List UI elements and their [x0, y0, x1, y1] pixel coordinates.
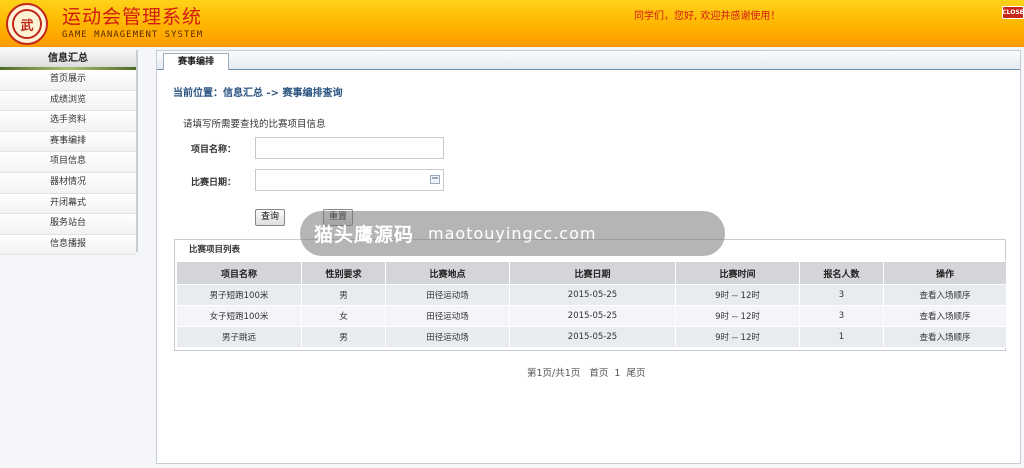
column-header: 比赛日期: [509, 261, 676, 285]
view-order-link[interactable]: 查看入场顺序: [883, 284, 1007, 306]
table-row: 男子跳远 男 田径运动场 2015-05-25 9时 -- 12时 1 查看入场…: [176, 326, 1007, 348]
table-cell: 2015-05-25: [509, 326, 676, 348]
sidebar-item-service[interactable]: 服务站台: [0, 214, 136, 235]
sidebar-item-equipment[interactable]: 器材情况: [0, 172, 136, 194]
table-cell: 9时 -- 12时: [675, 326, 800, 348]
table-cell: 田径运动场: [385, 305, 510, 327]
sidebar-item-schedule[interactable]: 赛事编排: [0, 131, 136, 153]
sidebar-item-ceremony[interactable]: 开闭幕式: [0, 193, 136, 215]
table-cell: 女子短跑100米: [176, 305, 302, 327]
table-cell: 女: [301, 305, 386, 327]
event-date-input[interactable]: [255, 169, 444, 191]
table-cell: 男子跳远: [176, 326, 302, 348]
sidebar-item-scores[interactable]: 成绩浏览: [0, 90, 136, 112]
table-cell: 3: [799, 305, 884, 327]
table-cell: 男: [301, 326, 386, 348]
logo-emblem: 武: [12, 9, 42, 39]
table-cell: 男: [301, 284, 386, 306]
search-button[interactable]: 查询: [255, 209, 285, 226]
table-cell: 2015-05-25: [509, 284, 676, 306]
table-row: 男子短跑100米 男 田径运动场 2015-05-25 9时 -- 12时 3 …: [176, 284, 1007, 306]
sidebar-item-events[interactable]: 项目信息: [0, 152, 136, 173]
pagination: 第1页/共1页 首页 1 尾页: [527, 365, 646, 379]
view-order-link[interactable]: 查看入场顺序: [883, 305, 1007, 327]
sidebar: 信息汇总 首页展示 成绩浏览 选手资料 赛事编排 项目信息 器材情况 开闭幕式 …: [0, 50, 138, 256]
table-cell: 男子短跑100米: [176, 284, 302, 306]
column-header: 比赛时间: [675, 261, 800, 285]
tab-strip: 赛事编排: [157, 51, 1020, 70]
welcome-message: 同学们，您好, 欢迎并感谢使用！: [634, 11, 781, 22]
event-date-label: 比赛日期：: [191, 178, 237, 188]
app-header: 武 运动会管理系统 GAME MANAGEMENT SYSTEM 同学们，您好,…: [0, 0, 1024, 47]
sidebar-item-home[interactable]: 首页展示: [0, 70, 136, 91]
column-header: 性别要求: [301, 261, 386, 285]
sidebar-item-broadcast[interactable]: 信息播报: [0, 234, 136, 256]
column-header: 操作: [883, 261, 1007, 285]
event-table: 项目名称 性别要求 比赛地点 比赛日期 比赛时间 报名人数 操作 男子短跑100…: [176, 261, 1007, 348]
app-title: 运动会管理系统: [62, 6, 203, 28]
current-page-link[interactable]: 1: [614, 368, 620, 379]
table-cell: 2015-05-25: [509, 305, 676, 327]
table-header-row: 项目名称 性别要求 比赛地点 比赛日期 比赛时间 报名人数 操作: [176, 261, 1007, 285]
table-cell: 9时 -- 12时: [675, 284, 800, 306]
form-heading: 请填写所需要查找的比赛项目信息: [183, 119, 326, 130]
sidebar-item-athletes[interactable]: 选手资料: [0, 111, 136, 132]
breadcrumb: 当前位置：信息汇总 -> 赛事编排查询: [173, 88, 343, 99]
column-header: 项目名称: [176, 261, 302, 285]
table-cell: 9时 -- 12时: [675, 305, 800, 327]
column-header: 比赛地点: [385, 261, 510, 285]
event-list-title: 比赛项目列表: [189, 245, 241, 255]
table-cell: 3: [799, 284, 884, 306]
reset-button[interactable]: 重置: [323, 209, 353, 226]
table-cell: 田径运动场: [385, 284, 510, 306]
table-cell: 1: [799, 326, 884, 348]
main-panel: 赛事编排 当前位置：信息汇总 -> 赛事编排查询 请填写所需要查找的比赛项目信息…: [156, 50, 1021, 464]
table-cell: 田径运动场: [385, 326, 510, 348]
tab-schedule[interactable]: 赛事编排: [163, 53, 229, 70]
sidebar-title: 信息汇总: [0, 50, 136, 67]
first-page-link[interactable]: 首页: [589, 368, 608, 379]
page-info: 第1页/共1页: [527, 368, 581, 379]
calendar-icon[interactable]: [430, 175, 440, 184]
column-header: 报名人数: [799, 261, 884, 285]
university-logo: 武: [6, 3, 48, 45]
view-order-link[interactable]: 查看入场顺序: [883, 326, 1007, 348]
last-page-link[interactable]: 尾页: [627, 368, 646, 379]
table-row: 女子短跑100米 女 田径运动场 2015-05-25 9时 -- 12时 3 …: [176, 305, 1007, 327]
app-subtitle: GAME MANAGEMENT SYSTEM: [62, 30, 204, 40]
event-list-panel: 比赛项目列表 项目名称 性别要求 比赛地点 比赛日期 比赛时间 报名人数 操作 …: [174, 239, 1007, 351]
event-name-label: 项目名称：: [191, 145, 237, 155]
event-name-input[interactable]: [255, 137, 444, 159]
close-button[interactable]: CLOSE: [1002, 6, 1024, 19]
